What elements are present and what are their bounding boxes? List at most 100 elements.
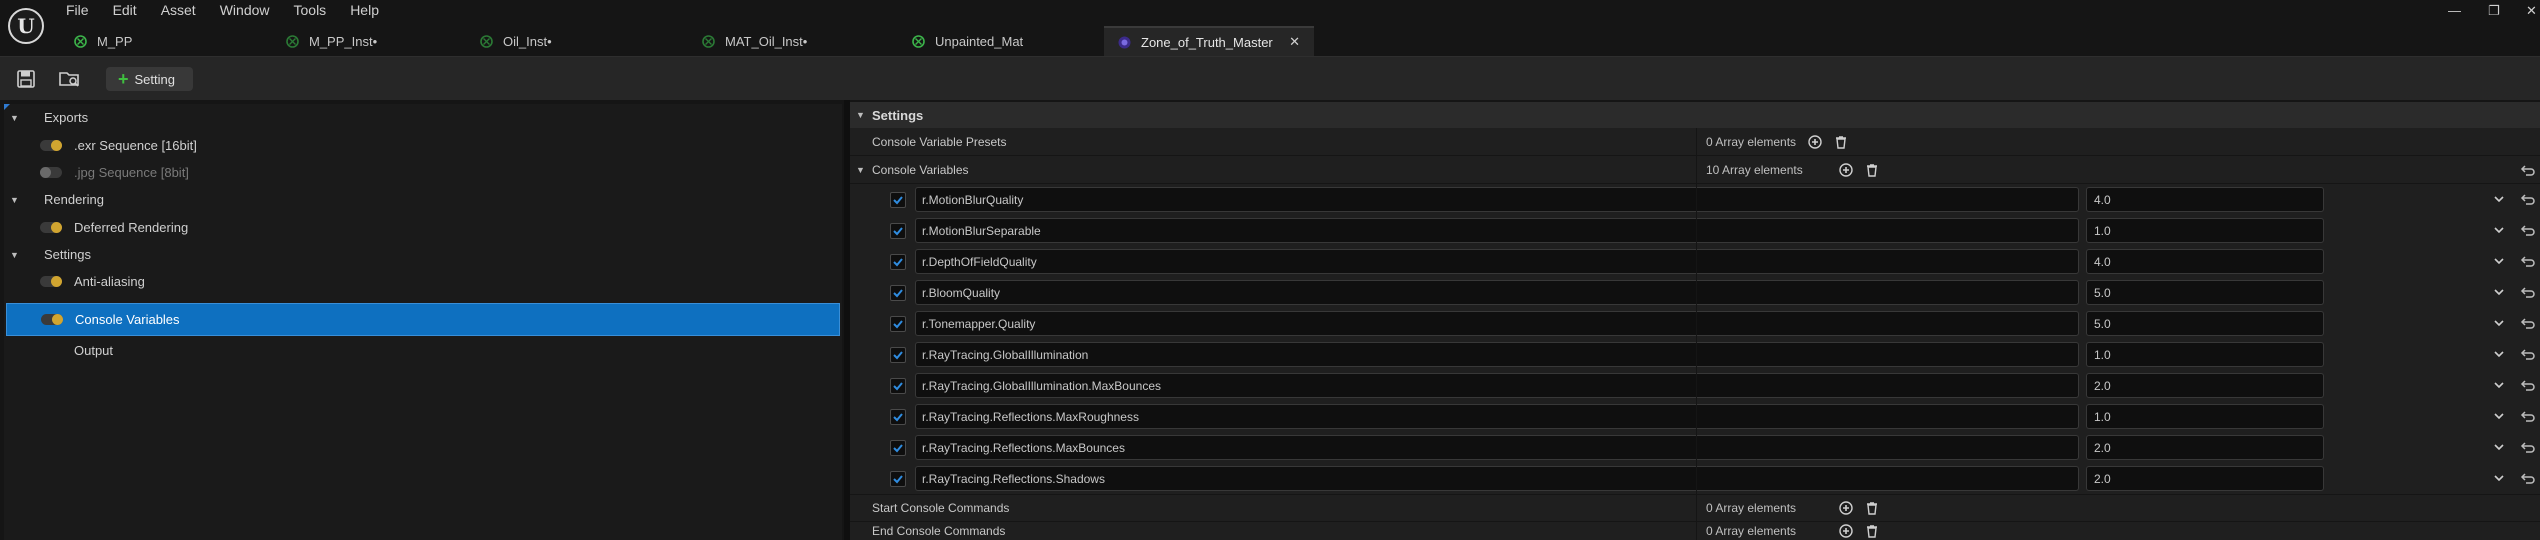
chevron-down-icon[interactable] [2494, 349, 2504, 359]
collapse-arrow-icon[interactable]: ▼ [856, 165, 865, 175]
enabled-checkbox[interactable] [890, 192, 906, 208]
cvar-name-field[interactable]: r.BloomQuality [915, 280, 2079, 305]
tab-mat-oil-inst[interactable]: MAT_Oil_Inst• [688, 26, 898, 56]
minimize-icon[interactable]: — [2448, 3, 2461, 18]
chevron-down-icon[interactable] [2494, 225, 2504, 235]
reset-to-default-icon[interactable] [2520, 286, 2536, 298]
tree-item-jpg-sequence[interactable]: .jpg Sequence [8bit] [4, 159, 842, 186]
enabled-toggle[interactable] [40, 222, 62, 233]
menu-asset[interactable]: Asset [161, 0, 204, 20]
menu-file[interactable]: File [66, 0, 97, 20]
enabled-toggle[interactable] [40, 140, 62, 151]
enabled-checkbox[interactable] [890, 471, 906, 487]
add-element-icon[interactable] [1808, 134, 1822, 149]
enabled-checkbox[interactable] [890, 347, 906, 363]
tab-m-pp[interactable]: M_PP [60, 26, 272, 56]
chevron-down-icon[interactable] [2494, 287, 2504, 297]
cvar-name-field[interactable]: r.RayTracing.Reflections.Shadows [915, 466, 2079, 491]
cvar-value-field[interactable]: 5.0 [2086, 311, 2324, 336]
chevron-down-icon[interactable] [2494, 442, 2504, 452]
trash-icon[interactable] [1865, 501, 1879, 515]
cvar-name-field[interactable]: r.MotionBlurSeparable [915, 218, 2079, 243]
cvar-name-field[interactable]: r.Tonemapper.Quality [915, 311, 2079, 336]
tree-category-rendering[interactable]: ▼ Rendering [4, 186, 842, 213]
section-header-settings[interactable]: ▼ Settings [850, 102, 2540, 128]
chevron-down-icon[interactable] [2494, 380, 2504, 390]
chevron-down-icon[interactable] [2494, 256, 2504, 266]
save-icon[interactable] [16, 69, 38, 89]
trash-icon[interactable] [1834, 135, 1848, 149]
tab-m-pp-inst[interactable]: M_PP_Inst• [272, 26, 466, 56]
reset-to-default-icon[interactable] [2520, 348, 2536, 360]
reset-to-default-icon[interactable] [2520, 379, 2536, 391]
restore-icon[interactable]: ❐ [2488, 3, 2500, 19]
menu-window[interactable]: Window [220, 0, 278, 20]
reset-to-default-icon[interactable] [2520, 472, 2536, 484]
trash-icon[interactable] [1865, 163, 1879, 177]
tree-item-output[interactable]: Output [4, 337, 842, 364]
add-setting-button[interactable]: + Setting [106, 67, 193, 91]
cvar-value-field[interactable]: 1.0 [2086, 342, 2324, 367]
reset-to-default-icon[interactable] [2520, 193, 2536, 205]
enabled-checkbox[interactable] [890, 378, 906, 394]
reset-to-default-icon[interactable] [2520, 255, 2536, 267]
unreal-logo-icon[interactable]: U [8, 8, 44, 44]
add-element-icon[interactable] [1839, 524, 1853, 538]
enabled-checkbox[interactable] [890, 440, 906, 456]
expand-arrow-icon[interactable]: ▼ [10, 195, 19, 205]
tab-oil-inst[interactable]: Oil_Inst• [466, 26, 688, 56]
tab-label: Zone_of_Truth_Master [1141, 34, 1273, 50]
tree-item-console-variables[interactable]: Console Variables [6, 303, 840, 336]
menu-edit[interactable]: Edit [113, 0, 145, 20]
cvar-name-field[interactable]: r.RayTracing.Reflections.MaxBounces [915, 435, 2079, 460]
cvar-value-field[interactable]: 4.0 [2086, 249, 2324, 274]
close-tab-icon[interactable]: ✕ [1289, 34, 1300, 50]
reset-to-default-icon[interactable] [2520, 441, 2536, 453]
cvar-value-field[interactable]: 2.0 [2086, 435, 2324, 460]
cvar-value-field[interactable]: 1.0 [2086, 218, 2324, 243]
menu-tools[interactable]: Tools [294, 0, 335, 20]
cvar-value-field[interactable]: 2.0 [2086, 466, 2324, 491]
chevron-down-icon[interactable] [2494, 473, 2504, 483]
cvar-name-field[interactable]: r.RayTracing.GlobalIllumination.MaxBounc… [915, 373, 2079, 398]
expand-arrow-icon[interactable]: ▼ [10, 250, 19, 260]
reset-to-default-icon[interactable] [2520, 317, 2536, 329]
enabled-checkbox[interactable] [890, 254, 906, 270]
cvar-value-field[interactable]: 2.0 [2086, 373, 2324, 398]
reset-to-default-icon[interactable] [2520, 410, 2536, 422]
add-element-icon[interactable] [1839, 162, 1853, 177]
enabled-checkbox[interactable] [890, 409, 906, 425]
cvar-value-field[interactable]: 5.0 [2086, 280, 2324, 305]
tree-category-exports[interactable]: ▼ Exports [4, 104, 842, 131]
reset-to-default-icon[interactable] [2520, 224, 2536, 236]
add-element-icon[interactable] [1839, 500, 1853, 515]
chevron-down-icon[interactable] [2494, 194, 2504, 204]
reset-to-default-icon[interactable] [2520, 164, 2536, 176]
enabled-checkbox[interactable] [890, 285, 906, 301]
tree-category-settings[interactable]: ▼ Settings [4, 241, 842, 268]
enabled-toggle[interactable] [40, 276, 62, 287]
enabled-checkbox[interactable] [890, 316, 906, 332]
cvar-value-field[interactable]: 1.0 [2086, 404, 2324, 429]
chevron-down-icon[interactable] [2494, 411, 2504, 421]
enabled-checkbox[interactable] [890, 223, 906, 239]
browse-asset-icon[interactable] [58, 69, 80, 89]
collapse-arrow-icon[interactable]: ▼ [856, 110, 865, 120]
expand-arrow-icon[interactable]: ▼ [10, 113, 19, 123]
cvar-value-field[interactable]: 4.0 [2086, 187, 2324, 212]
menu-help[interactable]: Help [350, 0, 387, 20]
enabled-toggle[interactable] [41, 314, 63, 325]
enabled-toggle[interactable] [40, 167, 62, 178]
tab-zone-of-truth-master[interactable]: Zone_of_Truth_Master ✕ [1104, 26, 1314, 56]
tree-item-deferred-rendering[interactable]: Deferred Rendering [4, 214, 842, 241]
cvar-name-field[interactable]: r.RayTracing.Reflections.MaxRoughness [915, 404, 2079, 429]
tree-item-exr-sequence[interactable]: .exr Sequence [16bit] [4, 132, 842, 159]
cvar-name-field[interactable]: r.MotionBlurQuality [915, 187, 2079, 212]
close-window-icon[interactable]: ✕ [2526, 3, 2537, 19]
cvar-name-field[interactable]: r.DepthOfFieldQuality [915, 249, 2079, 274]
tree-item-anti-aliasing[interactable]: Anti-aliasing [4, 268, 842, 295]
trash-icon[interactable] [1865, 524, 1879, 538]
tab-unpainted-mat[interactable]: Unpainted_Mat [898, 26, 1104, 56]
cvar-name-field[interactable]: r.RayTracing.GlobalIllumination [915, 342, 2079, 367]
chevron-down-icon[interactable] [2494, 318, 2504, 328]
